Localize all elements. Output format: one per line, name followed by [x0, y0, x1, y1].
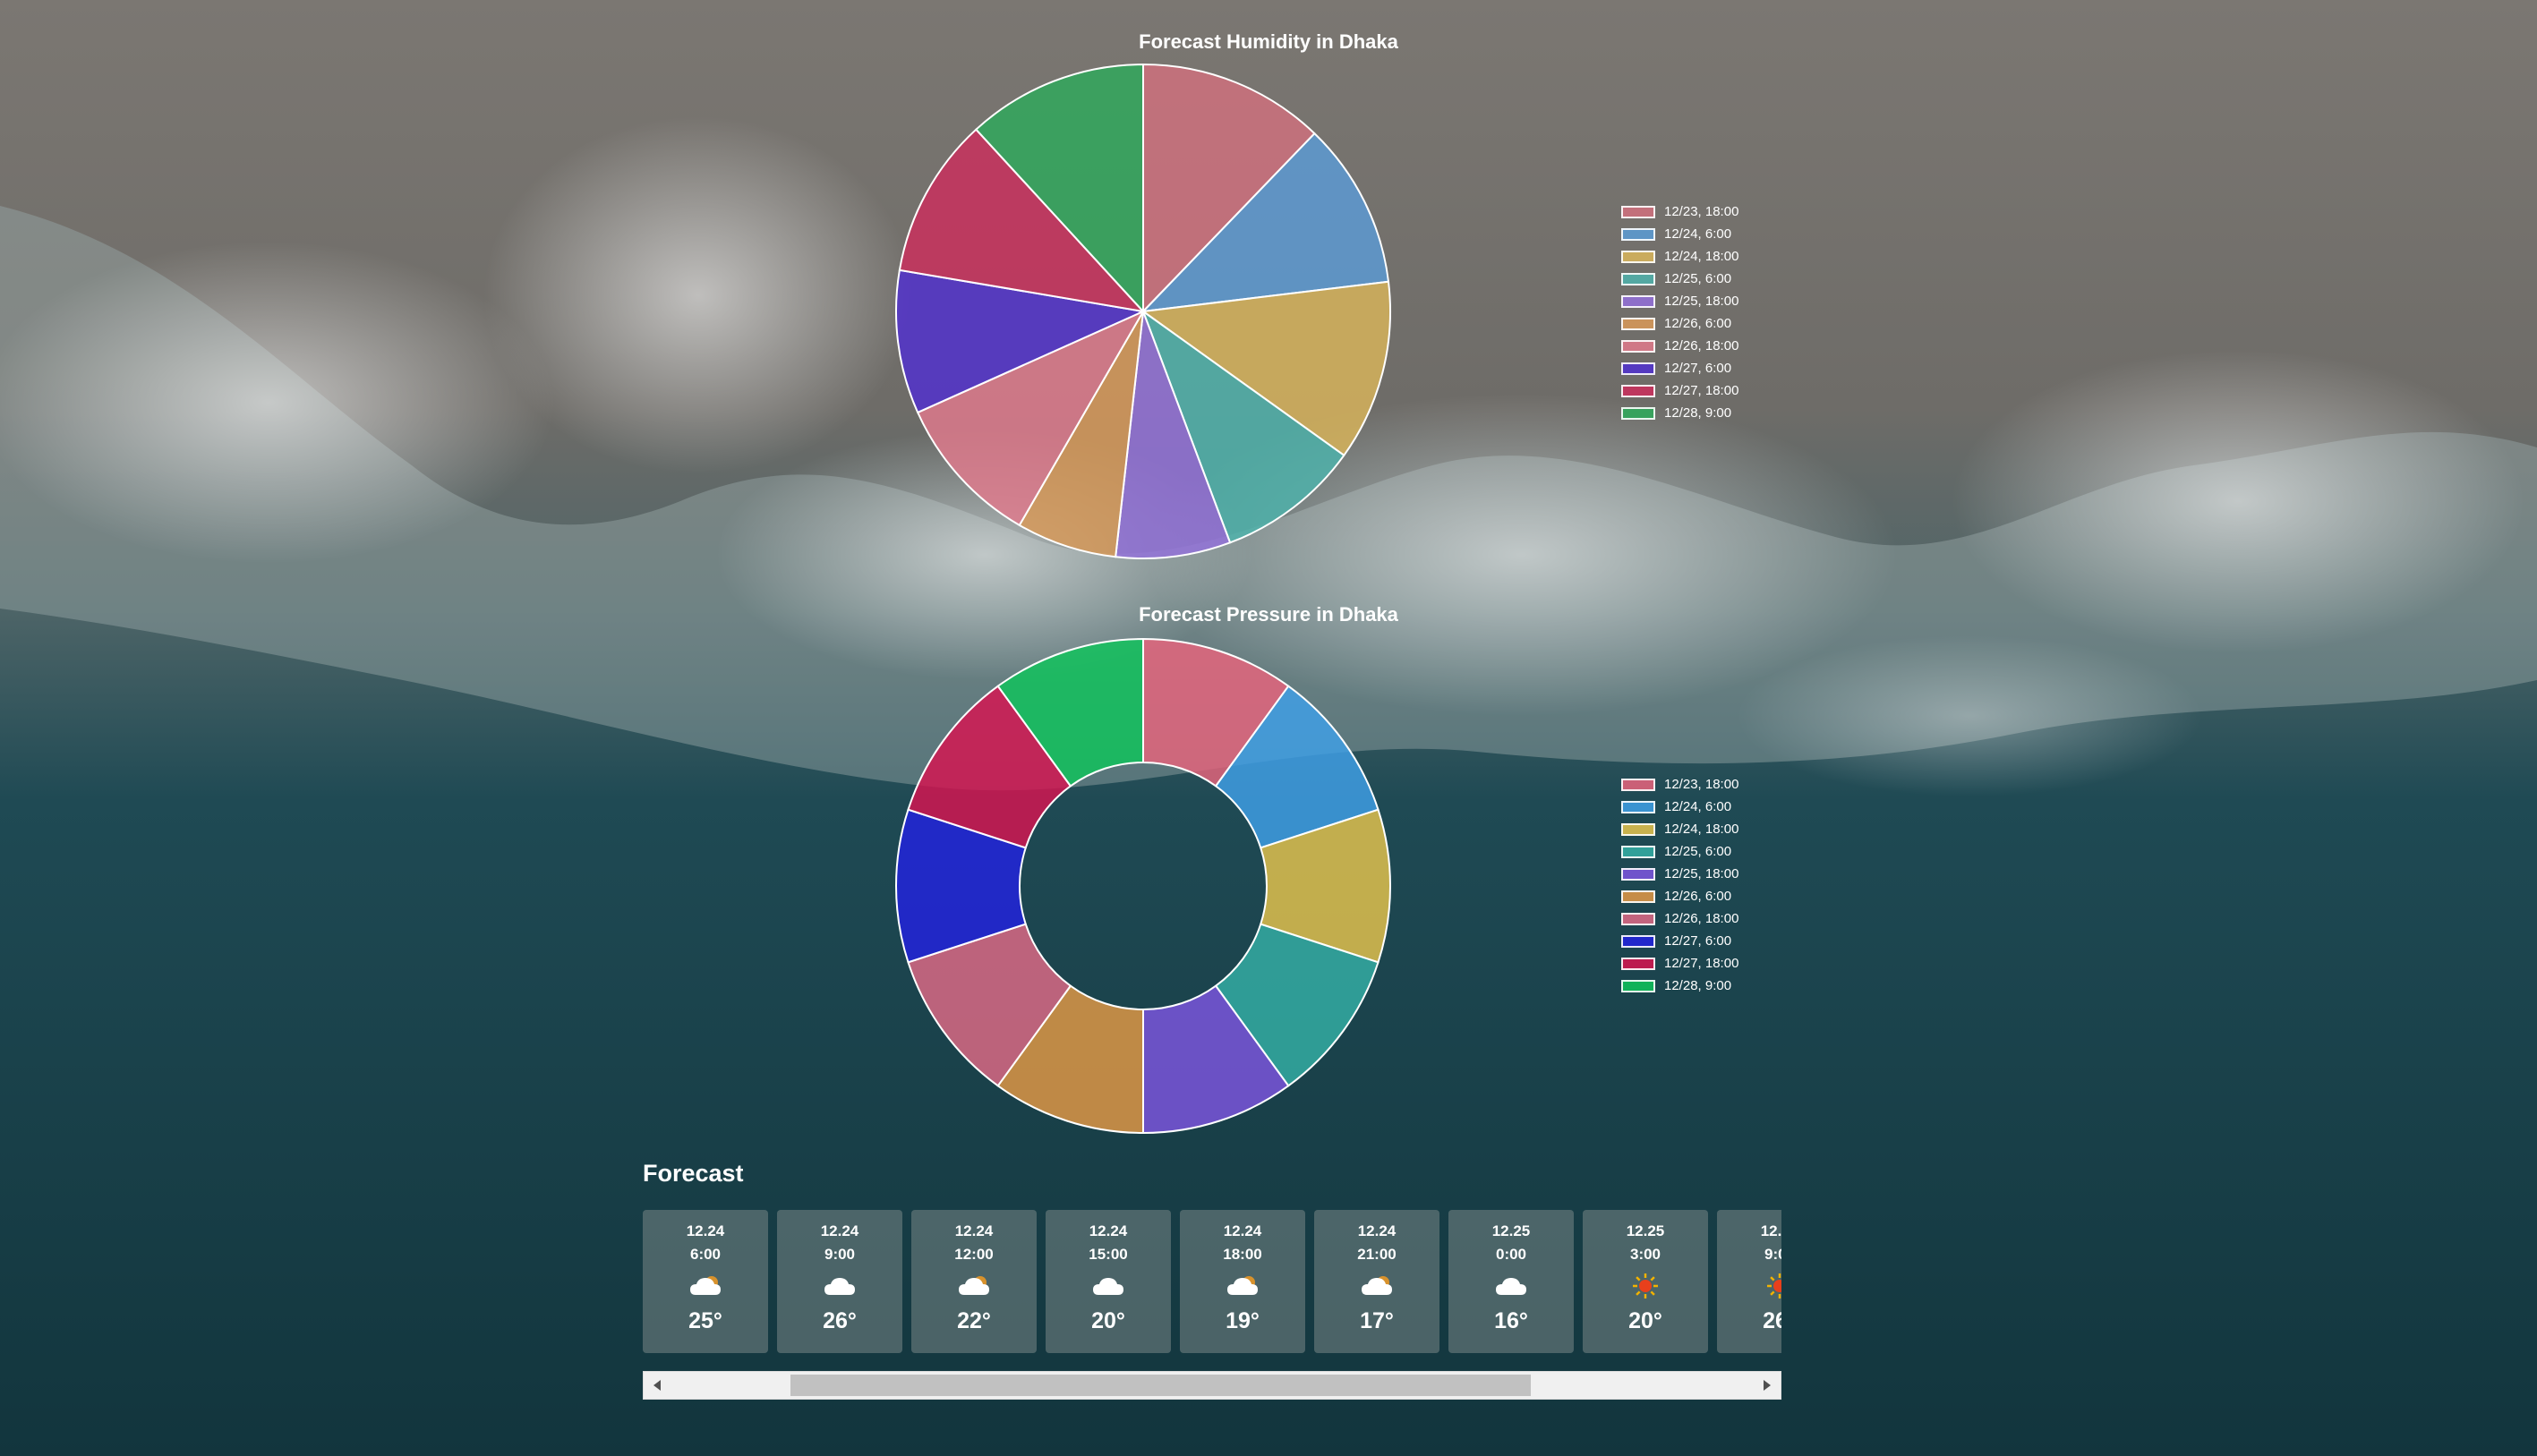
forecast-card: 12.24 18:00 19°: [1180, 1210, 1305, 1353]
arrow-right-icon: [1764, 1380, 1771, 1391]
forecast-temp: 17°: [1360, 1308, 1394, 1333]
partly-cloudy-icon: [690, 1276, 721, 1295]
forecast-card: 12.25 3:00 20°: [1583, 1210, 1708, 1353]
forecast-date: 12.25: [1626, 1222, 1665, 1239]
legend-label: 12/24, 6:00: [1664, 799, 1732, 814]
arrow-left-icon: [653, 1380, 661, 1391]
sun-icon: [1633, 1273, 1658, 1298]
legend-swatch: [1621, 979, 1655, 992]
forecast-date: 12.24: [1223, 1222, 1262, 1239]
forecast-card: 12.25 9:00 26°: [1717, 1210, 1781, 1353]
cloud-icon: [1496, 1278, 1526, 1295]
forecast-temp: 25°: [688, 1308, 722, 1333]
legend-label: 12/28, 9:00: [1664, 978, 1732, 993]
forecast-icon: [1224, 1271, 1261, 1301]
forecast-temp: 26°: [1763, 1308, 1781, 1333]
forecast-icon: [821, 1271, 858, 1301]
forecast-time: 9:00: [1764, 1246, 1781, 1263]
forecast-icon: [955, 1271, 993, 1301]
forecast-time: 6:00: [689, 1246, 722, 1263]
forecast-card: 12.24 12:00 22°: [911, 1210, 1037, 1353]
forecast-date: 12.24: [1357, 1222, 1397, 1239]
forecast-icon: [1358, 1271, 1396, 1301]
forecast-icon: [1761, 1271, 1781, 1301]
sun-icon: [1767, 1273, 1781, 1298]
legend-item[interactable]: 12/25, 18:00: [1621, 863, 1738, 885]
pressure-legend: 12/23, 18:00 12/24, 6:00 12/24, 18:00 12/25…: [1621, 773, 1738, 997]
legend-swatch: [1621, 845, 1655, 858]
forecast-heading: Forecast: [643, 1160, 744, 1187]
cloud-icon: [1093, 1278, 1123, 1295]
forecast-card: 12.24 9:00 26°: [777, 1210, 902, 1353]
legend-swatch: [1621, 890, 1655, 903]
legend-item[interactable]: 12/26, 18:00: [1621, 907, 1738, 930]
forecast-time: 0:00: [1495, 1246, 1527, 1263]
forecast-temp: 22°: [957, 1308, 991, 1333]
forecast-temp: 20°: [1628, 1308, 1662, 1333]
legend-swatch: [1621, 800, 1655, 813]
forecast-icon: [1492, 1271, 1530, 1301]
legend-item[interactable]: 12/24, 18:00: [1621, 818, 1738, 840]
forecast-date: 12.24: [954, 1222, 994, 1239]
forecast-icon: [687, 1271, 724, 1301]
forecast-time: 15:00: [1089, 1246, 1128, 1263]
legend-swatch: [1621, 778, 1655, 791]
legend-item[interactable]: 12/25, 6:00: [1621, 840, 1738, 863]
legend-swatch: [1621, 822, 1655, 836]
forecast-time: 12:00: [954, 1246, 994, 1263]
forecast-date: 12.24: [686, 1222, 725, 1239]
forecast-time: 21:00: [1357, 1246, 1397, 1263]
forecast-temp: 19°: [1226, 1308, 1260, 1333]
forecast-icon: [1627, 1271, 1664, 1301]
legend-label: 12/25, 6:00: [1664, 844, 1732, 859]
forecast-time: 3:00: [1629, 1246, 1661, 1263]
forecast-date: 12.24: [1089, 1222, 1128, 1239]
legend-swatch: [1621, 912, 1655, 925]
forecast-time: 9:00: [824, 1246, 856, 1263]
forecast-temp: 20°: [1091, 1308, 1125, 1333]
forecast-icon: [1089, 1271, 1127, 1301]
partly-cloudy-icon: [1227, 1276, 1258, 1295]
legend-label: 12/26, 6:00: [1664, 889, 1732, 904]
scroll-right-button[interactable]: [1754, 1372, 1781, 1399]
partly-cloudy-icon: [1362, 1276, 1392, 1295]
forecast-date: 12.25: [1491, 1222, 1531, 1239]
legend-label: 12/26, 18:00: [1664, 911, 1739, 926]
forecast-temp: 26°: [823, 1308, 857, 1333]
cloud-icon: [824, 1278, 855, 1295]
legend-label: 12/25, 18:00: [1664, 866, 1739, 881]
horizontal-scrollbar[interactable]: [643, 1371, 1781, 1400]
forecast-date: 12.25: [1760, 1222, 1781, 1239]
forecast-scroll-area[interactable]: 12.24 6:00 25° 12.24 9:00 26° 12.24 12:00 22° 12.…: [643, 1210, 1781, 1355]
forecast-date: 12.24: [820, 1222, 859, 1239]
legend-label: 12/27, 18:00: [1664, 956, 1739, 971]
legend-label: 12/24, 18:00: [1664, 822, 1739, 837]
scroll-thumb[interactable]: [790, 1375, 1532, 1396]
legend-item[interactable]: 12/23, 18:00: [1621, 773, 1738, 796]
legend-item[interactable]: 12/27, 6:00: [1621, 930, 1738, 952]
partly-cloudy-icon: [959, 1276, 989, 1295]
forecast-card: 12.24 15:00 20°: [1046, 1210, 1171, 1353]
forecast-card: 12.25 0:00 16°: [1448, 1210, 1574, 1353]
forecast-card: 12.24 6:00 25°: [643, 1210, 768, 1353]
legend-item[interactable]: 12/28, 9:00: [1621, 975, 1738, 997]
forecast-card: 12.24 21:00 17°: [1314, 1210, 1439, 1353]
legend-item[interactable]: 12/27, 18:00: [1621, 952, 1738, 975]
legend-label: 12/23, 18:00: [1664, 777, 1739, 792]
legend-label: 12/27, 6:00: [1664, 933, 1732, 949]
legend-swatch: [1621, 934, 1655, 948]
forecast-temp: 16°: [1494, 1308, 1528, 1333]
scroll-left-button[interactable]: [644, 1372, 671, 1399]
legend-swatch: [1621, 867, 1655, 881]
legend-swatch: [1621, 957, 1655, 970]
legend-item[interactable]: 12/24, 6:00: [1621, 796, 1738, 818]
forecast-track: 12.24 6:00 25° 12.24 9:00 26° 12.24 12:00 22° 12.…: [643, 1210, 1781, 1353]
legend-item[interactable]: 12/26, 6:00: [1621, 885, 1738, 907]
forecast-time: 18:00: [1223, 1246, 1262, 1263]
